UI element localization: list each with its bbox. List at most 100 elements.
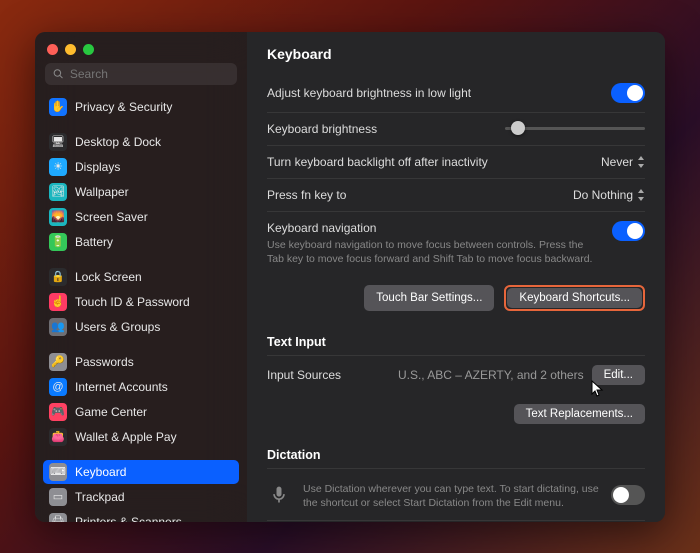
row-input-sources: Input Sources U.S., ABC – AZERTY, and 2 …	[267, 356, 645, 394]
row-brightness-low-light: Adjust keyboard brightness in low light	[267, 74, 645, 112]
sidebar-item-label: Game Center	[75, 405, 147, 419]
sidebar-item-screen-saver[interactable]: 🌄 Screen Saver	[43, 205, 239, 229]
sidebar-item-label: Wallet & Apple Pay	[75, 430, 177, 444]
zoom-window-button[interactable]	[83, 44, 94, 55]
popup-fn-key[interactable]: Do Nothing	[573, 188, 645, 202]
keyboard-icon: ⌨	[49, 463, 67, 481]
search-input[interactable]	[70, 67, 229, 81]
row-fn-key: Press fn key to Do Nothing	[267, 179, 645, 211]
sidebar-item-displays[interactable]: ☀ Displays	[43, 155, 239, 179]
sub-keyboard-nav: Use keyboard navigation to move focus be…	[267, 238, 602, 266]
page-title: Keyboard	[247, 32, 665, 74]
desktop-icon: 🖥	[49, 133, 67, 151]
sidebar-item-label: Users & Groups	[75, 320, 160, 334]
label-fn-key: Press fn key to	[267, 188, 346, 202]
sidebar-item-battery[interactable]: 🔋 Battery	[43, 230, 239, 254]
sidebar-gap	[43, 120, 239, 130]
window-controls	[35, 32, 247, 63]
text-replacements-button[interactable]: Text Replacements...	[514, 404, 645, 424]
row-dictation: Use Dictation wherever you can type text…	[267, 469, 645, 520]
sidebar-item-desktop-dock[interactable]: 🖥 Desktop & Dock	[43, 130, 239, 154]
gamecenter-icon: 🎮	[49, 403, 67, 421]
toggle-keyboard-nav[interactable]	[612, 221, 645, 241]
popup-value: Do Nothing	[573, 188, 633, 202]
sidebar-gap	[43, 340, 239, 350]
row-keyboard-nav: Keyboard navigation Use keyboard navigat…	[267, 212, 645, 275]
highlight-keyboard-shortcuts: Keyboard Shortcuts...	[504, 285, 645, 311]
sidebar-item-label: Displays	[75, 160, 120, 174]
sidebar-item-trackpad[interactable]: ▭ Trackpad	[43, 485, 239, 509]
popup-value: Never	[601, 155, 633, 169]
sidebar-item-label: Wallpaper	[75, 185, 129, 199]
sidebar: ✋ Privacy & Security 🖥 Desktop & Dock ☀ Displ…	[35, 32, 247, 522]
key-icon: 🔑	[49, 353, 67, 371]
sidebar-item-label: Trackpad	[75, 490, 125, 504]
hand-icon: ✋	[49, 98, 67, 116]
lock-icon: 🔒	[49, 268, 67, 286]
printer-icon: 🖨	[49, 513, 67, 522]
sidebar-item-lock-screen[interactable]: 🔒 Lock Screen	[43, 265, 239, 289]
popup-backlight-off[interactable]: Never	[601, 155, 645, 169]
sidebar-gap	[43, 255, 239, 265]
sidebar-item-label: Battery	[75, 235, 113, 249]
sidebar-gap	[43, 450, 239, 460]
row-backlight-off: Turn keyboard backlight off after inacti…	[267, 146, 645, 178]
sidebar-item-users-groups[interactable]: 👥 Users & Groups	[43, 315, 239, 339]
sidebar-item-touch-id-password[interactable]: ☝ Touch ID & Password	[43, 290, 239, 314]
sidebar-item-label: Lock Screen	[75, 270, 142, 284]
sidebar-item-game-center[interactable]: 🎮 Game Center	[43, 400, 239, 424]
battery-icon: 🔋	[49, 233, 67, 251]
microphone-icon	[267, 483, 291, 507]
label-backlight-off: Turn keyboard backlight off after inacti…	[267, 155, 488, 169]
sidebar-item-label: Keyboard	[75, 465, 126, 479]
dictation-desc: Use Dictation wherever you can type text…	[303, 482, 599, 510]
touch-bar-settings-button[interactable]: Touch Bar Settings...	[364, 285, 494, 311]
label-input-sources: Input Sources	[267, 368, 341, 382]
keyboard-shortcuts-button[interactable]: Keyboard Shortcuts...	[507, 288, 642, 308]
edit-input-sources-button[interactable]: Edit...	[592, 365, 645, 385]
displays-icon: ☀	[49, 158, 67, 176]
main-panel: Keyboard Adjust keyboard brightness in l…	[247, 32, 665, 522]
search-icon	[53, 68, 64, 80]
sidebar-item-label: Desktop & Dock	[75, 135, 161, 149]
sidebar-item-internet-accounts[interactable]: @ Internet Accounts	[43, 375, 239, 399]
sidebar-item-label: Internet Accounts	[75, 380, 168, 394]
at-icon: @	[49, 378, 67, 396]
sidebar-item-label: Privacy & Security	[75, 100, 172, 114]
sidebar-item-label: Printers & Scanners	[75, 515, 182, 522]
sidebar-item-label: Touch ID & Password	[75, 295, 190, 309]
row-keyboard-brightness: Keyboard brightness	[267, 113, 645, 145]
sidebar-item-label: Passwords	[75, 355, 134, 369]
search-field-wrapper[interactable]	[45, 63, 237, 85]
label-keyboard-brightness: Keyboard brightness	[267, 122, 377, 136]
toggle-brightness-low-light[interactable]	[611, 83, 645, 103]
updown-icon	[637, 156, 645, 168]
minimize-window-button[interactable]	[65, 44, 76, 55]
toggle-dictation[interactable]	[611, 485, 645, 505]
sidebar-item-label: Screen Saver	[75, 210, 148, 224]
section-dictation: Dictation	[267, 430, 645, 468]
slider-keyboard-brightness[interactable]	[505, 127, 645, 130]
close-window-button[interactable]	[47, 44, 58, 55]
wallpaper-icon: 🏞	[49, 183, 67, 201]
sidebar-item-privacy-security[interactable]: ✋ Privacy & Security	[43, 95, 239, 119]
settings-window: ✋ Privacy & Security 🖥 Desktop & Dock ☀ Displ…	[35, 32, 665, 522]
sidebar-item-wallpaper[interactable]: 🏞 Wallpaper	[43, 180, 239, 204]
section-text-input: Text Input	[267, 317, 645, 355]
text-replacements-row: Text Replacements...	[267, 394, 645, 430]
updown-icon	[637, 189, 645, 201]
sidebar-item-wallet-apple-pay[interactable]: 👛Wallet & Apple Pay	[43, 425, 239, 449]
users-icon: 👥	[49, 318, 67, 336]
label-keyboard-nav: Keyboard navigation	[267, 221, 602, 235]
content-scroll[interactable]: Adjust keyboard brightness in low light …	[247, 74, 665, 522]
sidebar-item-printers-scanners[interactable]: 🖨 Printers & Scanners	[43, 510, 239, 522]
sidebar-item-passwords[interactable]: 🔑 Passwords	[43, 350, 239, 374]
sidebar-item-keyboard[interactable]: ⌨ Keyboard	[43, 460, 239, 484]
trackpad-icon: ▭	[49, 488, 67, 506]
slider-thumb[interactable]	[511, 121, 525, 135]
keyboard-button-row: Touch Bar Settings... Keyboard Shortcuts…	[267, 275, 645, 317]
label-brightness-low-light: Adjust keyboard brightness in low light	[267, 86, 471, 100]
touchid-icon: ☝	[49, 293, 67, 311]
screensaver-icon: 🌄	[49, 208, 67, 226]
value-input-sources: U.S., ABC – AZERTY, and 2 others	[398, 368, 584, 382]
